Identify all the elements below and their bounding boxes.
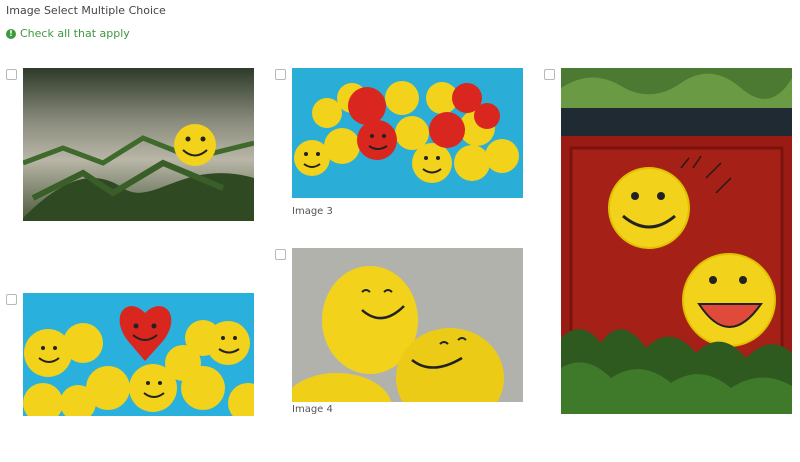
option-caption-4: Image 4 <box>292 404 333 415</box>
option-image-2[interactable] <box>23 293 254 416</box>
option-checkbox-1[interactable] <box>6 69 17 80</box>
instruction-hint: ! Check all that apply <box>6 27 130 40</box>
option-checkbox-4[interactable] <box>275 249 286 260</box>
option-caption-3: Image 3 <box>292 206 333 217</box>
option-image-4[interactable] <box>292 248 523 402</box>
instruction-hint-text: Check all that apply <box>20 27 130 40</box>
option-checkbox-5[interactable] <box>544 69 555 80</box>
option-image-5[interactable] <box>561 68 792 414</box>
question-title: Image Select Multiple Choice <box>6 4 166 17</box>
option-checkbox-2[interactable] <box>6 294 17 305</box>
info-icon: ! <box>6 28 16 39</box>
option-image-3[interactable] <box>292 68 523 198</box>
option-checkbox-3[interactable] <box>275 69 286 80</box>
option-image-1[interactable] <box>23 68 254 221</box>
